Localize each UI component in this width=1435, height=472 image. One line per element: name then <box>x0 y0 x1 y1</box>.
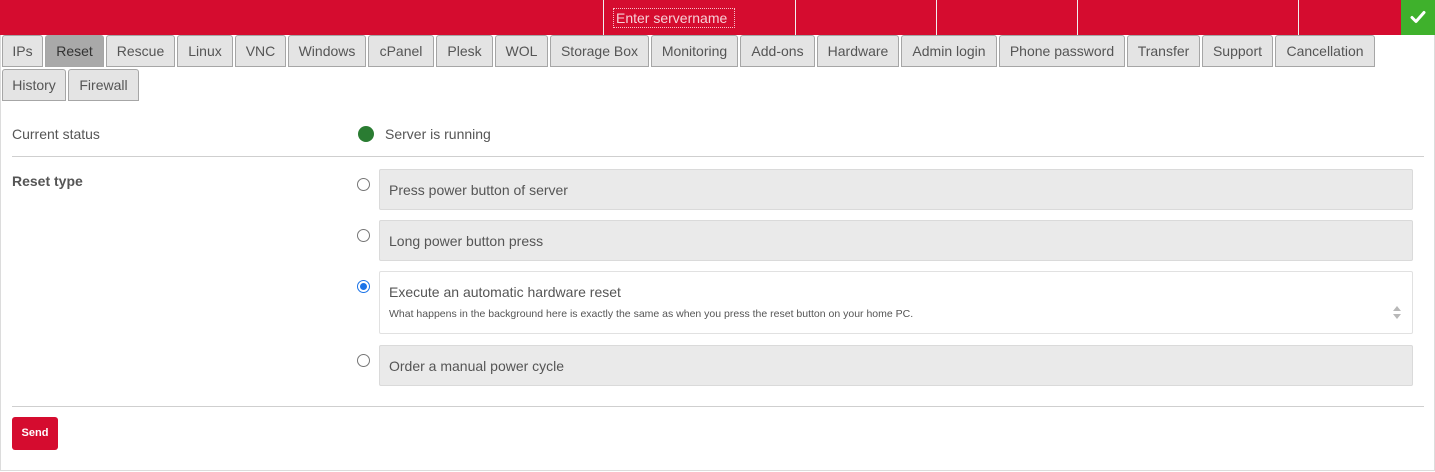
bar-segment <box>1298 0 1402 35</box>
send-button[interactable]: Send <box>12 417 58 450</box>
tab-windows[interactable]: Windows <box>288 35 366 67</box>
tab-rescue[interactable]: Rescue <box>106 35 175 67</box>
tab-transfer[interactable]: Transfer <box>1127 35 1200 67</box>
radio-hardware-reset[interactable] <box>357 280 370 293</box>
option-manual-power-cycle[interactable]: Order a manual power cycle <box>379 345 1413 386</box>
tab-history[interactable]: History <box>2 69 66 101</box>
tab-cpanel[interactable]: cPanel <box>368 35 434 67</box>
option-title: Long power button press <box>389 233 544 249</box>
tab-add-ons[interactable]: Add-ons <box>740 35 815 67</box>
scroll-stepper[interactable] <box>1390 303 1404 325</box>
current-status-label: Current status <box>12 126 100 142</box>
tab-linux[interactable]: Linux <box>177 35 233 67</box>
divider <box>12 156 1424 157</box>
reset-type-label: Reset type <box>12 173 83 189</box>
tab-storage-box[interactable]: Storage Box <box>550 35 649 67</box>
option-title: Press power button of server <box>389 182 568 198</box>
radio-long-power-press[interactable] <box>357 229 370 242</box>
tab-ips[interactable]: IPs <box>2 35 43 67</box>
bar-segment <box>1077 0 1299 35</box>
arrow-down-icon <box>1393 314 1401 319</box>
check-icon <box>1410 11 1426 23</box>
status-indicator-icon <box>358 126 374 142</box>
option-long-power-press[interactable]: Long power button press <box>379 220 1413 261</box>
radio-press-power-button[interactable] <box>357 178 370 191</box>
bar-segment <box>936 0 1078 35</box>
tab-wol[interactable]: WOL <box>495 35 548 67</box>
tab-admin-login[interactable]: Admin login <box>901 35 997 67</box>
tab-hardware[interactable]: Hardware <box>817 35 899 67</box>
confirm-button[interactable] <box>1401 0 1435 35</box>
option-title: Order a manual power cycle <box>389 358 565 374</box>
tab-phone-password[interactable]: Phone password <box>999 35 1125 67</box>
servername-input[interactable]: Enter servername <box>613 8 735 28</box>
tab-monitoring[interactable]: Monitoring <box>651 35 738 67</box>
option-press-power-button[interactable]: Press power button of server <box>379 169 1413 210</box>
option-title: Execute an automatic hardware reset <box>389 284 621 300</box>
tab-support[interactable]: Support <box>1202 35 1273 67</box>
server-select-bar: Enter servername <box>0 0 1401 35</box>
radio-manual-power-cycle[interactable] <box>357 354 370 367</box>
status-text: Server is running <box>385 126 491 142</box>
arrow-up-icon <box>1393 306 1401 311</box>
bar-segment <box>795 0 937 35</box>
tab-reset[interactable]: Reset <box>45 35 104 67</box>
option-description: What happens in the background here is e… <box>389 308 914 320</box>
tab-cancellation[interactable]: Cancellation <box>1275 35 1375 67</box>
tab-firewall[interactable]: Firewall <box>68 69 139 101</box>
divider <box>12 406 1424 407</box>
tab-plesk[interactable]: Plesk <box>436 35 493 67</box>
option-hardware-reset[interactable]: Execute an automatic hardware reset What… <box>379 271 1413 334</box>
tab-vnc[interactable]: VNC <box>235 35 286 67</box>
